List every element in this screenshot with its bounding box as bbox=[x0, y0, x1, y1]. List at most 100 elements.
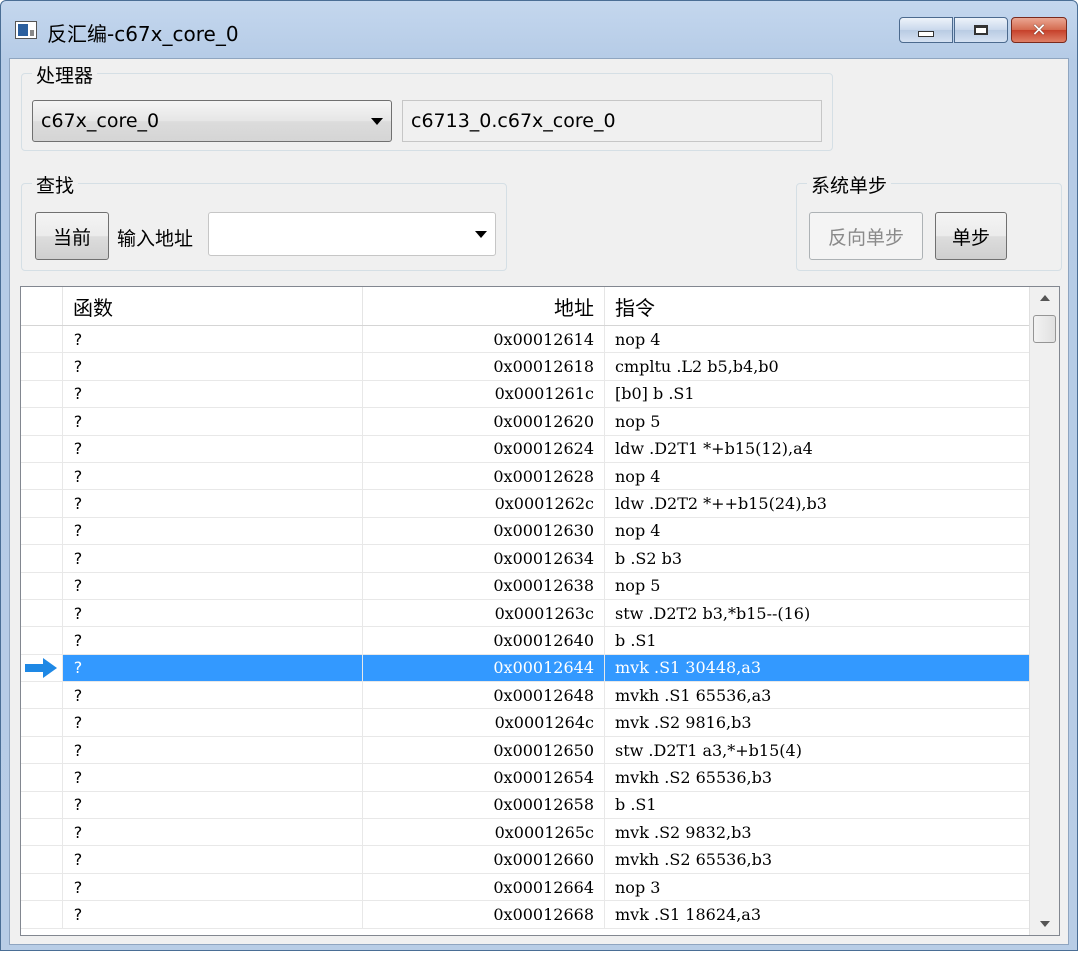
table-row[interactable]: ? 0x00012668 mvk .S1 18624,a3 bbox=[21, 901, 1029, 929]
table-row[interactable]: ? 0x00012650 stw .D2T1 a3,*+b15(4) bbox=[21, 736, 1029, 765]
row-instruction: b .S2 b3 bbox=[615, 548, 683, 568]
title-bar[interactable]: 反汇编-c67x_core_0 ✕ bbox=[1, 1, 1077, 59]
table-row[interactable]: ? 0x00012654 mvkh .S2 65536,b3 bbox=[21, 764, 1029, 792]
table-row[interactable]: ? 0x00012624 ldw .D2T1 *+b15(12),a4 bbox=[21, 435, 1029, 463]
arrow-down-icon bbox=[1039, 921, 1050, 927]
chevron-down-icon[interactable] bbox=[371, 118, 383, 125]
row-address: 0x00012644 bbox=[363, 654, 605, 682]
table-row[interactable]: ? 0x00012628 nop 4 bbox=[21, 462, 1029, 491]
header-marker bbox=[21, 287, 63, 325]
row-address: 0x0001263c bbox=[363, 599, 605, 627]
row-address: 0x0001265c bbox=[363, 819, 605, 846]
row-address: 0x00012650 bbox=[363, 736, 605, 764]
disassembly-table[interactable]: 函数 地址 指令 ? 0x00012614 nop 4? 0x00012618 cmpl… bbox=[20, 286, 1060, 936]
step-button[interactable]: 单步 bbox=[935, 212, 1007, 260]
table-row[interactable]: ? 0x00012644 mvk .S1 30448,a3 bbox=[21, 654, 1029, 683]
row-address: 0x00012614 bbox=[363, 326, 605, 353]
row-address: 0x00012664 bbox=[363, 873, 605, 901]
table-row[interactable]: ? 0x00012658 b .S1 bbox=[21, 791, 1029, 820]
table-row[interactable]: ? 0x0001264c mvk .S2 9816,b3 bbox=[21, 709, 1029, 737]
table-row[interactable]: ? 0x00012660 mvkh .S2 65536,b3 bbox=[21, 846, 1029, 874]
current-button[interactable]: 当前 bbox=[35, 212, 109, 260]
row-function: ? bbox=[63, 517, 363, 545]
row-instruction: b .S1 bbox=[615, 630, 657, 650]
table-row[interactable]: ? 0x00012648 mvkh .S1 65536,a3 bbox=[21, 682, 1029, 710]
row-marker bbox=[21, 873, 63, 901]
row-function: ? bbox=[63, 736, 363, 764]
vertical-scrollbar[interactable] bbox=[1029, 287, 1059, 935]
disassembly-window: 反汇编-c67x_core_0 ✕ 处理器 c67x_core_0 c6713_… bbox=[0, 0, 1078, 951]
row-function: ? bbox=[63, 490, 363, 517]
row-address: 0x0001261c bbox=[363, 380, 605, 408]
row-instruction: nop 4 bbox=[615, 521, 661, 541]
scroll-down-button[interactable] bbox=[1030, 913, 1059, 935]
row-marker bbox=[21, 654, 63, 682]
row-marker bbox=[21, 682, 63, 709]
chevron-down-icon[interactable] bbox=[475, 231, 487, 238]
row-function: ? bbox=[63, 764, 363, 791]
table-row[interactable]: ? 0x0001265c mvk .S2 9832,b3 bbox=[21, 819, 1029, 847]
row-instruction: mvkh .S2 65536,b3 bbox=[615, 850, 773, 870]
row-address: 0x00012618 bbox=[363, 353, 605, 380]
row-function: ? bbox=[63, 380, 363, 408]
row-address: 0x00012634 bbox=[363, 545, 605, 572]
row-function: ? bbox=[63, 408, 363, 435]
row-marker bbox=[21, 736, 63, 764]
table-row[interactable]: ? 0x00012614 nop 4 bbox=[21, 326, 1029, 354]
row-marker bbox=[21, 326, 63, 353]
minimize-button[interactable] bbox=[899, 17, 953, 43]
row-function: ? bbox=[63, 682, 363, 709]
arrow-right-icon bbox=[24, 657, 59, 678]
row-instruction: nop 4 bbox=[615, 329, 661, 349]
window-title: 反汇编-c67x_core_0 bbox=[47, 22, 239, 46]
reverse-step-button[interactable]: 反向单步 bbox=[809, 212, 923, 260]
row-marker bbox=[21, 545, 63, 572]
maximize-icon bbox=[974, 25, 988, 35]
scroll-up-button[interactable] bbox=[1030, 287, 1059, 309]
table-row[interactable]: ? 0x0001263c stw .D2T2 b3,*b15--(16) bbox=[21, 599, 1029, 628]
row-address: 0x00012624 bbox=[363, 435, 605, 462]
row-instruction: nop 4 bbox=[615, 466, 661, 486]
row-function: ? bbox=[63, 599, 363, 627]
close-button[interactable]: ✕ bbox=[1011, 17, 1067, 43]
table-body: ? 0x00012614 nop 4? 0x00012618 cmpltu .L2 b5… bbox=[21, 326, 1029, 929]
row-instruction: [b0] b .S1 bbox=[615, 384, 695, 404]
header-instruction[interactable]: 指令 bbox=[605, 287, 1029, 325]
row-function: ? bbox=[63, 709, 363, 736]
window-icon bbox=[15, 21, 37, 39]
table-row[interactable]: ? 0x00012664 nop 3 bbox=[21, 873, 1029, 902]
header-address[interactable]: 地址 bbox=[363, 287, 605, 325]
table-row[interactable]: ? 0x00012634 b .S2 b3 bbox=[21, 545, 1029, 573]
header-function[interactable]: 函数 bbox=[63, 287, 363, 325]
row-address: 0x00012620 bbox=[363, 408, 605, 435]
scroll-thumb[interactable] bbox=[1033, 315, 1056, 343]
table-row[interactable]: ? 0x00012618 cmpltu .L2 b5,b4,b0 bbox=[21, 353, 1029, 381]
row-address: 0x00012658 bbox=[363, 791, 605, 819]
row-address: 0x00012638 bbox=[363, 572, 605, 599]
processor-group: 处理器 c67x_core_0 c6713_0.c67x_core_0 bbox=[21, 61, 833, 151]
maximize-button[interactable] bbox=[954, 17, 1008, 43]
system-step-group-title: 系统单步 bbox=[807, 171, 892, 198]
row-function: ? bbox=[63, 326, 363, 353]
row-marker bbox=[21, 627, 63, 654]
arrow-up-icon bbox=[1039, 295, 1050, 301]
row-instruction: mvk .S1 30448,a3 bbox=[605, 654, 1029, 682]
table-row[interactable]: ? 0x00012638 nop 5 bbox=[21, 572, 1029, 600]
row-function: ? bbox=[63, 627, 363, 654]
row-address: 0x00012668 bbox=[363, 901, 605, 928]
table-row[interactable]: ? 0x0001262c ldw .D2T2 *++b15(24),b3 bbox=[21, 490, 1029, 518]
row-instruction: mvkh .S2 65536,b3 bbox=[615, 767, 773, 787]
row-instruction: ldw .D2T1 *+b15(12),a4 bbox=[615, 439, 813, 459]
address-input[interactable] bbox=[208, 212, 496, 256]
table-row[interactable]: ? 0x0001261c [b0] b .S1 bbox=[21, 380, 1029, 409]
processor-select[interactable]: c67x_core_0 bbox=[32, 100, 392, 142]
table-row[interactable]: ? 0x00012620 nop 5 bbox=[21, 408, 1029, 436]
row-marker bbox=[21, 599, 63, 627]
row-address: 0x00012654 bbox=[363, 764, 605, 791]
processor-select-value: c67x_core_0 bbox=[41, 110, 160, 132]
table-row[interactable]: ? 0x00012640 b .S1 bbox=[21, 627, 1029, 655]
row-address: 0x00012628 bbox=[363, 462, 605, 490]
row-instruction: nop 5 bbox=[615, 576, 661, 596]
row-function: ? bbox=[63, 901, 363, 928]
table-row[interactable]: ? 0x00012630 nop 4 bbox=[21, 517, 1029, 546]
